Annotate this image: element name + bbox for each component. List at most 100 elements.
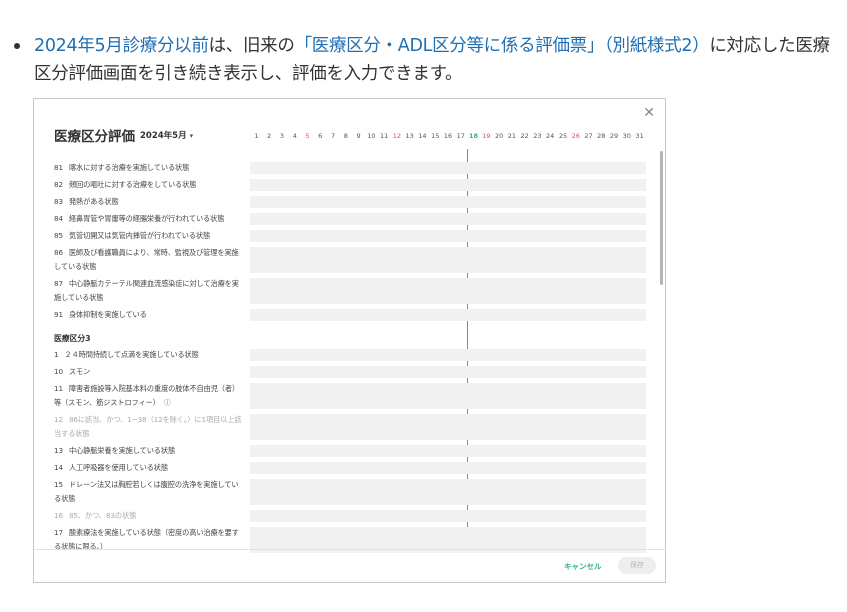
item-label-11: 11 障害者施設等入院基本料の重度の肢体不自由児（者）等（スモン、筋ジストロフィー…: [54, 382, 242, 410]
day-cells-row[interactable]: [250, 462, 646, 474]
day-cells-row[interactable]: [250, 383, 646, 409]
item-number: 14: [54, 463, 63, 472]
item-label-13: 13 中心静脈栄養を実施している状態: [54, 444, 242, 458]
item-text: 85、かつ、83の状態: [68, 511, 137, 520]
item-number: 15: [54, 480, 63, 489]
day-header-31: 31: [635, 132, 644, 140]
save-button[interactable]: 保存: [618, 557, 656, 574]
item-number: 82: [54, 180, 63, 189]
item-text: 頻回の嘔吐に対する治療をしている状態: [68, 180, 197, 189]
item-text: 医師及び看護職員により、常時、監視及び管理を実施している状態: [54, 248, 239, 271]
item-label-81: 81 喀水に対する治療を実施している状態: [54, 161, 242, 175]
day-header-16: 16: [443, 132, 453, 140]
day-header-28: 28: [597, 132, 606, 140]
month-select[interactable]: 2024年5月 ▾: [140, 129, 193, 141]
date-link[interactable]: 2024年5月診療分以前: [34, 36, 209, 56]
day-cells-row[interactable]: [250, 414, 646, 440]
day-header-1: 1: [254, 132, 259, 140]
item-number: 83: [54, 197, 63, 206]
month-select-value: 2024年5月: [140, 131, 187, 141]
item-number: 85: [54, 231, 63, 240]
bullet-icon: [14, 43, 20, 49]
item-text: ドレーン法又は胸腔若しくは腹腔の洗浄を実施している状態: [54, 480, 239, 503]
day-cells-row[interactable]: [250, 196, 646, 208]
caret-down-icon: ▾: [189, 132, 194, 140]
item-label-84: 84 経鼻胃管や胃瘻等の経腸栄養が行われている状態: [54, 212, 242, 226]
day-header-9: 9: [356, 132, 361, 140]
day-header-12: 12: [392, 132, 402, 140]
scrollbar[interactable]: [660, 151, 663, 285]
item-text: 経鼻胃管や胃瘻等の経腸栄養が行われている状態: [68, 214, 225, 223]
form-link[interactable]: 「医療区分・ADL区分等に係る評価票」（別紙様式2）: [295, 36, 710, 56]
day-header-7: 7: [330, 132, 336, 140]
day-header-14: 14: [418, 132, 427, 140]
item-number: 11: [54, 384, 63, 393]
day-header-2: 2: [267, 132, 272, 140]
item-text: 身体抑制を実施している: [68, 310, 147, 319]
item-label-83: 83 発熱がある状態: [54, 195, 242, 209]
modal-footer: キャンセル 保存: [34, 549, 665, 582]
item-number: 13: [54, 446, 63, 455]
day-header-11: 11: [379, 132, 389, 140]
item-label-12: 12 86に該当、かつ、1~38（12を除く。）に1項目以上該当する状態: [54, 413, 242, 441]
item-number: 1: [54, 350, 59, 359]
days-header: 1 2 3 4 5 6 7 8 9 10 11 12 13 14 15 16 17 18 19 20 21 22 23 24 2…: [250, 130, 646, 142]
modal-title: 医療区分評価: [54, 129, 135, 145]
day-header-23: 23: [533, 132, 542, 140]
item-text: 酸素療法を実施している状態（密度の高い治療を要する状態に限る。）: [54, 528, 239, 551]
day-header-29: 29: [609, 132, 619, 140]
day-cells-row[interactable]: [250, 445, 646, 457]
section-title: 医療区分3: [54, 334, 91, 343]
item-text: 中心静脈栄養を実施している状態: [68, 446, 176, 455]
day-header-19: 19: [482, 132, 491, 140]
item-number: 91: [54, 310, 63, 319]
item-label-87: 87 中心静脈カテーテル関連血流感染症に対して治療を実施している状態: [54, 277, 242, 305]
item-label-1: 1 ２４時間持続して点滴を実施している状態: [54, 348, 242, 362]
item-number: 84: [54, 214, 63, 223]
cancel-button[interactable]: キャンセル: [564, 561, 602, 572]
item-label-16: 16 85、かつ、83の状態: [54, 509, 242, 523]
day-cells-row[interactable]: [250, 230, 646, 242]
day-header-27: 27: [584, 132, 593, 140]
day-cells-row[interactable]: [250, 349, 646, 361]
item-number: 86: [54, 248, 63, 257]
item-label-10: 10 スモン: [54, 365, 242, 379]
item-label-86: 86 医師及び看護職員により、常時、監視及び管理を実施している状態: [54, 246, 242, 274]
day-header-24: 24: [546, 132, 555, 140]
item-label-85: 85 気管切開又は気管内挿管が行われている状態: [54, 229, 242, 243]
item-label-91: 91 身体抑制を実施している: [54, 308, 242, 322]
day-cells-row[interactable]: [250, 278, 646, 304]
day-header-20: 20: [494, 132, 504, 140]
info-icon[interactable]: ⓘ: [164, 399, 171, 407]
item-text: 発熱がある状態: [68, 197, 119, 206]
day-header-17: 17: [456, 132, 465, 140]
item-number: 10: [54, 367, 63, 376]
day-cells-row[interactable]: [250, 479, 646, 505]
day-cells-row[interactable]: [250, 510, 646, 522]
day-header-13: 13: [405, 132, 414, 140]
item-number: 81: [54, 163, 63, 172]
item-text: 中心静脈カテーテル関連血流感染症に対して治療を実施している状態: [54, 279, 239, 302]
evaluation-rows: 81 喀水に対する治療を実施している状態 82 頻回の嘔吐に対する治療をしている状態 8…: [34, 157, 665, 553]
close-icon[interactable]: ✕: [643, 105, 655, 121]
day-header-21: 21: [507, 132, 516, 140]
day-header-25: 25: [558, 132, 568, 140]
day-cells-row[interactable]: [250, 366, 646, 378]
item-text: ２４時間持続して点滴を実施している状態: [64, 350, 199, 359]
day-cells-row[interactable]: [250, 247, 646, 273]
item-text: 人工呼吸器を使用している状態: [68, 463, 168, 472]
item-text: 気管切開又は気管内挿管が行われている状態: [68, 231, 211, 240]
day-cells-row[interactable]: [250, 162, 646, 174]
item-text: 86に該当、かつ、1~38（12を除く。）に1項目以上該当する状態: [54, 415, 242, 438]
day-cells-row[interactable]: [250, 213, 646, 225]
day-header-4: 4: [292, 132, 297, 140]
item-label-14: 14 人工呼吸器を使用している状態: [54, 461, 242, 475]
item-label-15: 15 ドレーン法又は胸腔若しくは腹腔の洗浄を実施している状態: [54, 478, 242, 506]
item-number: 17: [54, 528, 63, 537]
intro-mid-text: は、旧来の: [208, 36, 295, 56]
day-cells-row[interactable]: [250, 179, 646, 191]
day-header-30: 30: [622, 132, 631, 140]
day-header-22: 22: [520, 132, 529, 140]
item-text: 喀水に対する治療を実施している状態: [68, 163, 190, 172]
day-cells-row[interactable]: [250, 309, 646, 321]
